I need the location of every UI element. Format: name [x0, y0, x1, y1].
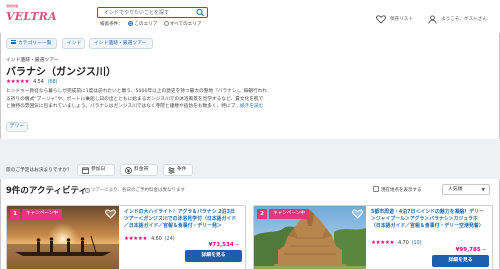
area-rating: ★★★★★ 4.54 (68): [6, 78, 58, 85]
search-icon: [196, 8, 204, 17]
price-value: ¥99,785: [455, 247, 481, 253]
search-scope-label: 検索条件：: [100, 22, 123, 27]
conditions-filter-label: 条件: [177, 167, 187, 172]
scope-this-area-radio[interactable]: このエリア: [128, 21, 157, 27]
sort-select-value: 人気順: [448, 187, 463, 192]
price-tilde: ~: [233, 243, 239, 248]
menu-icon: [11, 40, 16, 44]
price-tilde: ~: [480, 248, 486, 253]
sort-select[interactable]: 人気順 ▼: [442, 184, 490, 195]
rank-badge: 1: [10, 209, 20, 219]
read-more-link[interactable]: 続きを読む: [240, 104, 263, 109]
date-filter-band: [0, 139, 500, 179]
rating-count-link[interactable]: (24): [165, 237, 175, 242]
star-rating-icon: ★★★★★: [371, 240, 395, 246]
results-count-title: 9件のアクティビティ: [6, 186, 87, 196]
campaign-badge: キャンペーン中: [22, 209, 62, 219]
activity-price: ¥73,534 ~: [209, 242, 239, 248]
filter-icon: [168, 167, 175, 174]
conditions-filter-button[interactable]: 条件: [163, 164, 193, 176]
scope-option-label: このエリア: [134, 22, 158, 27]
show-location-checkbox[interactable]: 現在地点を表示する: [373, 186, 422, 194]
description-line: ヒンドゥー教徒なら暮らしが完成前に1度は訪れたいと願う、5000年以上の歴史を持…: [6, 89, 267, 94]
calendar-icon: [82, 167, 89, 174]
rating-value: 4.60: [151, 237, 162, 242]
user-greeting: ようこそ、ゲストさん: [441, 17, 487, 22]
rating-value: 4.70: [398, 241, 409, 246]
description-line: る祈りの儀式“プージャ”や、ボートに乗船し日の出とともに始まるガンジス川での沐浴…: [6, 96, 264, 102]
category-list-button[interactable]: カテゴリー一覧: [6, 38, 57, 49]
price-filter-button[interactable]: 料金帯: [120, 164, 158, 176]
rating-count-link[interactable]: (10): [412, 241, 422, 246]
description-line-last: と独特の雰囲気に包まれていましょう。バラナシはガンジス川ではなく寺院と鐘楼や宿坊…: [6, 103, 296, 111]
activity-title-link[interactable]: 5都市周遊・4泊7日＜インドの魅力を凝縮！デリー＞ジャイプール＞アグラ＞バラナシ…: [371, 209, 486, 229]
results-note-text: ツアーにより、各日のご予約料金は異なります: [91, 188, 185, 193]
page-title: バラナシ（ガンジス川）: [6, 67, 116, 78]
activity-photo-temple[interactable]: 2 キャンペーン中: [254, 206, 366, 269]
logo-text: VELTRA: [6, 10, 57, 23]
activity-card[interactable]: 1 キャンペーン中 インドの大ハイライト！アグラ＆バラナシ 2泊3日ツアー＜ガン…: [6, 205, 246, 270]
radio-selected-icon: [128, 21, 134, 26]
yen-icon: [125, 167, 132, 174]
view-details-button[interactable]: 詳細を見る: [432, 255, 489, 267]
favorite-heart-icon[interactable]: [352, 209, 363, 219]
price-value: ¥73,534: [208, 242, 234, 248]
logo-badge: 現地体験: [6, 4, 19, 8]
breadcrumb-item-ruins-tours[interactable]: インド遺跡・厳選ツアー: [89, 38, 153, 49]
date-question: 旅のご予定はお決まりですか？: [6, 168, 72, 173]
rating-count-link[interactable]: (68): [48, 80, 58, 85]
show-location-label: 現在地点を表示する: [381, 188, 422, 193]
star-rating-icon: ★★★★★: [6, 79, 30, 85]
radio-unselected-icon: [163, 21, 169, 26]
site-header: 現地体験 VELTRA 検索条件： このエリア すべてのエリア 保存リスト よう…: [0, 0, 500, 33]
date-filter-label: 参加日: [91, 167, 106, 172]
breadcrumb-item-india[interactable]: インド: [62, 38, 85, 49]
area-description: ヒンドゥー教徒なら暮らしが完成前に1度は訪れたいと願う、5000年以上の歴史を持…: [6, 88, 296, 111]
activity-rating: ★★★★★ 4.70 (10): [371, 239, 422, 246]
info-icon: i: [85, 188, 90, 193]
view-details-button[interactable]: 詳細を見る: [185, 250, 242, 262]
logo[interactable]: 現地体験 VELTRA: [6, 4, 57, 28]
activity-card[interactable]: 2 キャンペーン中 5都市周遊・4泊7日＜インドの魅力を凝縮！デリー＞ジャイプー…: [253, 205, 493, 270]
scope-option-label: すべてのエリア: [169, 22, 202, 27]
favorite-heart-icon[interactable]: [105, 209, 116, 219]
chevron-down-icon: ▼: [481, 188, 485, 193]
search-scope: 検索条件： このエリア すべてのエリア: [100, 21, 207, 29]
search-button[interactable]: [195, 8, 206, 17]
scope-all-areas-radio[interactable]: すべてのエリア: [163, 21, 202, 27]
page-subtitle: インド遺跡・厳選ツアー: [6, 58, 59, 63]
user-icon: [428, 15, 437, 24]
saved-list-label: 保存リスト: [390, 17, 413, 22]
category-list-label: カテゴリー一覧: [18, 41, 52, 46]
activity-price: ¥99,785 ~: [456, 247, 486, 253]
rating-value: 4.54: [33, 80, 44, 85]
search-input[interactable]: [98, 8, 193, 17]
price-filter-label: 料金帯: [134, 167, 149, 172]
activity-title-link[interactable]: インドの大ハイライト！アグラ＆バラナシ 2泊3日ツアー＜ガンジス川での沐浴見学付…: [124, 209, 239, 229]
checkbox-icon: [373, 186, 379, 192]
heart-icon: [376, 15, 386, 24]
star-rating-icon: ★★★★★: [124, 236, 148, 242]
search-box: [97, 7, 208, 18]
rank-badge: 2: [257, 209, 267, 219]
results-note: i ツアーにより、各日のご予約料金は異なります: [85, 187, 185, 193]
date-filter-button[interactable]: 参加日: [77, 164, 115, 176]
activity-photo-ganges-boat[interactable]: 1 キャンペーン中: [7, 206, 119, 269]
activity-rating: ★★★★★ 4.60 (24): [124, 235, 175, 242]
campaign-badge: キャンペーン中: [269, 209, 309, 219]
description-line: と独特の雰囲気に包まれていましょう。バラナシはガンジス川ではなく寺院と鐘楼や宿坊…: [6, 104, 240, 109]
tag-delhi[interactable]: デリー: [6, 122, 28, 132]
